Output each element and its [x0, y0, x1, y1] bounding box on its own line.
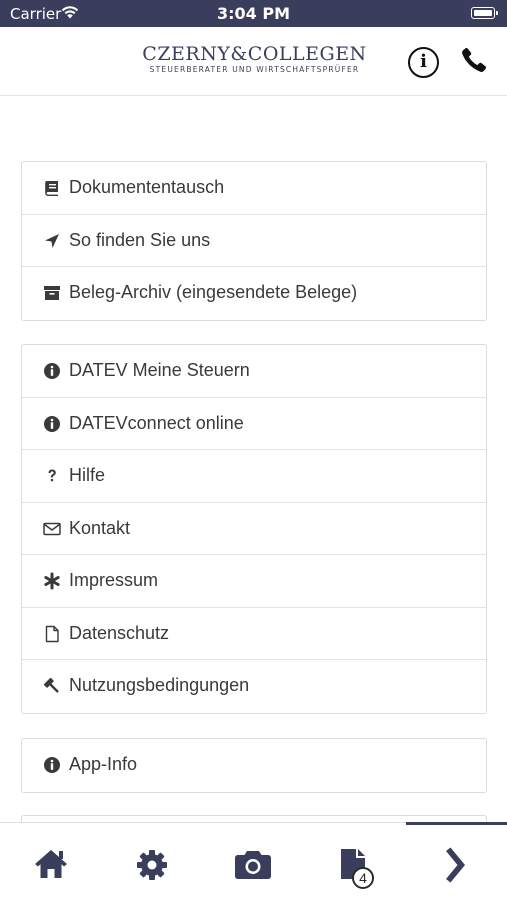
menu-item-label: Kontakt: [69, 517, 131, 538]
tab-active-indicator: [406, 822, 507, 825]
menu-item-label: Hilfe: [69, 465, 106, 485]
tab-documents[interactable]: 4: [338, 847, 378, 889]
tab-bar: 4: [0, 822, 507, 901]
info-icon: [43, 415, 61, 433]
gear-icon: [137, 850, 167, 880]
menu-item-impressum[interactable]: Impressum: [22, 555, 486, 608]
file-icon: [43, 625, 61, 643]
menu-item-so-finden-sie-uns[interactable]: So finden Sie uns: [22, 215, 486, 267]
location-arrow-icon: [43, 232, 61, 250]
question-icon: [43, 467, 61, 485]
menu-group-info: DATEV Meine Steuern DATEVconnect online …: [21, 344, 487, 714]
envelope-icon: [43, 520, 61, 538]
tab-camera[interactable]: [233, 847, 273, 887]
status-bar: Carrier 3:04 PM: [0, 0, 507, 27]
menu-item-label: App-Info: [69, 754, 138, 774]
menu-item-label: Beleg-Archiv (eingesendete Belege): [69, 282, 358, 302]
menu-item-label: Dokumententausch: [69, 177, 225, 197]
menu-item-label: DATEV Meine Steuern: [69, 360, 250, 380]
tab-next[interactable]: [440, 847, 480, 887]
home-icon: [35, 850, 67, 878]
tab-settings[interactable]: [133, 847, 173, 887]
firm-logo: CZERNY&COLLEGEN STEUERBERATER UND WIRTSC…: [142, 43, 367, 75]
menu-item-nutzungsbedingungen[interactable]: Nutzungsbedingungen: [22, 660, 486, 713]
menu-item-app-info[interactable]: App-Info: [22, 739, 486, 792]
logo-subtitle: STEUERBERATER UND WIRTSCHAFTSPRÜFER: [149, 65, 360, 74]
info-icon: [43, 756, 61, 774]
menu-item-label: Datenschutz: [69, 622, 170, 643]
status-time: 3:04 PM: [216, 4, 290, 23]
menu-item-label: DATEVconnect online: [69, 412, 244, 433]
menu-item-datev-meine-steuern[interactable]: DATEV Meine Steuern: [22, 345, 486, 398]
camera-icon: [235, 851, 271, 879]
phone-icon[interactable]: [460, 46, 488, 74]
asterisk-icon: [43, 572, 61, 590]
menu-item-beleg-archiv[interactable]: Beleg-Archiv (eingesendete Belege): [22, 267, 486, 320]
tab-home[interactable]: [32, 847, 72, 887]
battery-icon: [471, 7, 498, 19]
menu-item-datenschutz[interactable]: Datenschutz: [22, 608, 486, 660]
menu-item-datevconnect-online[interactable]: DATEVconnect online: [22, 398, 486, 450]
documents-count-badge: 4: [352, 867, 374, 889]
menu-item-dokumententausch[interactable]: Dokumententausch: [22, 162, 486, 215]
chevron-right-icon: [446, 847, 465, 883]
archive-icon: [43, 284, 61, 302]
menu-item-label: So finden Sie uns: [69, 229, 211, 250]
menu-group-app: App-Info: [21, 738, 487, 793]
book-icon: [43, 179, 61, 197]
logo-name: CZERNY&COLLEGEN: [142, 43, 367, 65]
menu-item-label: Impressum: [69, 570, 159, 590]
info-circle-icon[interactable]: i: [408, 47, 439, 78]
info-icon: [43, 362, 61, 380]
menu-item-kontakt[interactable]: Kontakt: [22, 503, 486, 555]
menu-group-main: Dokumententausch So finden Sie uns Beleg…: [21, 161, 487, 321]
menu-item-hilfe[interactable]: Hilfe: [22, 450, 486, 503]
gavel-icon: [43, 677, 61, 695]
menu-item-label: Nutzungsbedingungen: [69, 675, 250, 695]
